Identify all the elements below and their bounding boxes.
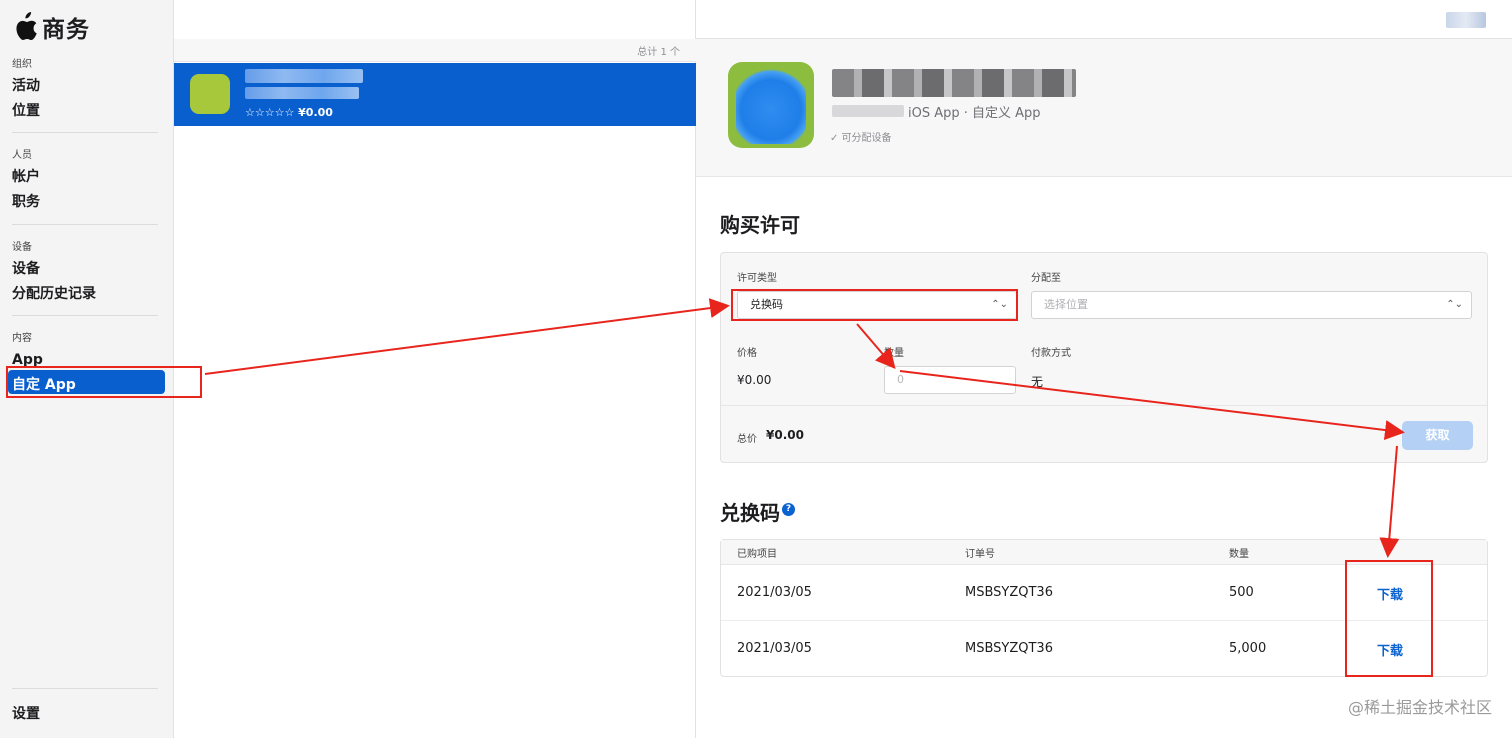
section-organization: 组织 活动 位置 [12,55,162,126]
app-subtitle: iOS App · 自定义 App [908,106,1041,121]
app-icon [190,74,230,114]
license-type-label: 许可类型 [737,273,777,284]
price-label: 价格 [737,348,757,359]
assign-label: 分配至 [1031,273,1061,284]
sidebar-item-locations[interactable]: 位置 [12,101,162,126]
get-button[interactable]: 获取 [1402,421,1473,450]
app-header: iOS App · 自定义 App ✓ 可分配设备 [696,39,1512,177]
annotation-box-custom-app [6,366,202,398]
account-name-blurred[interactable] [1446,12,1486,28]
app-name-blurred [245,69,363,83]
divider [12,224,158,225]
payment-value: 无 [1031,375,1044,389]
sidebar-item-settings[interactable]: 设置 [12,704,40,729]
cell-order: MSBSYZQT36 [965,641,1053,656]
section-title: 设备 [12,242,32,253]
section-title: 内容 [12,333,32,344]
updown-chevron-icon: ⌃⌄ [1446,299,1463,310]
divider [12,688,158,689]
divider [12,315,158,316]
purchase-section-title: 购买许可 [720,213,800,237]
col-order: 订单号 [965,549,995,560]
developer-blurred [832,105,904,117]
col-purchased: 已购项目 [737,549,777,560]
redaction-scribble [736,68,806,144]
sidebar-item-roles[interactable]: 职务 [12,192,162,217]
cell-order: MSBSYZQT36 [965,585,1053,600]
section-devices: 设备 设备 分配历史记录 [12,238,162,309]
brand[interactable]: 商务 [12,10,90,44]
codes-section-title: 兑换码 [720,501,780,525]
annotation-box-download [1345,560,1433,677]
assign-placeholder: 选择位置 [1044,298,1088,311]
section-title: 人员 [12,150,32,161]
watermark: @稀土掘金技术社区 [1347,698,1492,717]
divider [721,405,1487,406]
section-people: 人员 帐户 职务 [12,146,162,217]
col-quantity: 数量 [1229,549,1249,560]
list-item-selected-app[interactable]: ☆☆☆☆☆ ¥0.00 [174,63,696,126]
quantity-placeholder: 0 [897,373,904,386]
divider [12,132,158,133]
app-name-blurred [832,69,1076,97]
payment-label: 付款方式 [1031,348,1071,359]
annotation-box-license-type [731,289,1018,321]
assign-location-select[interactable]: 选择位置 ⌃⌄ [1031,291,1472,319]
purchase-card: 许可类型 兑换码 ⌃⌄ 分配至 选择位置 ⌃⌄ 价格 ¥0.00 数量 0 付款… [720,252,1488,463]
app-developer-blurred [245,87,359,99]
sidebar-item-assignment-history[interactable]: 分配历史记录 [12,284,162,309]
sidebar-item-activity[interactable]: 活动 [12,76,162,101]
quantity-input[interactable]: 0 [884,366,1016,394]
rating-price: ☆☆☆☆☆ ¥0.00 [245,106,333,119]
app-icon [728,62,814,148]
price-value: ¥0.00 [737,373,772,387]
brand-title: 商务 [42,17,90,43]
apple-logo-icon [16,12,37,40]
cell-date: 2021/03/05 [737,641,812,656]
cell-date: 2021/03/05 [737,585,812,600]
cell-qty: 500 [1229,585,1254,600]
list-count: 总计 1 个 [637,47,680,58]
sidebar-item-devices[interactable]: 设备 [12,259,162,284]
section-title: 组织 [12,59,32,70]
quantity-label: 数量 [884,348,904,359]
list-header: 总计 1 个 [174,39,696,62]
cell-qty: 5,000 [1229,641,1267,656]
device-assignable-note: ✓ 可分配设备 [830,133,892,144]
sidebar-item-accounts[interactable]: 帐户 [12,167,162,192]
help-icon[interactable]: ? [782,503,795,516]
total-value: ¥0.00 [766,428,804,442]
total-label: 总价 [737,434,757,445]
